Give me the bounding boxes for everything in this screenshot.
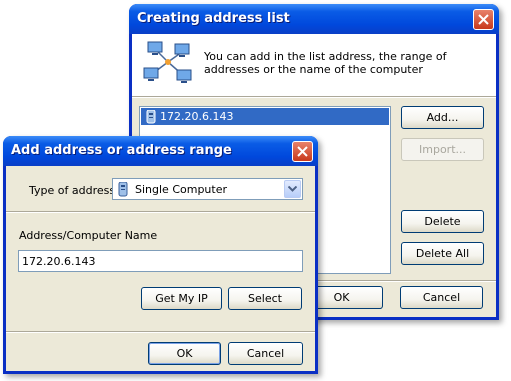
get-my-ip-button[interactable]: Get My IP bbox=[141, 287, 222, 310]
address-input[interactable]: 172.20.6.143 bbox=[18, 250, 303, 272]
list-item-label: 172.20.6.143 bbox=[160, 110, 234, 123]
type-of-address-label: Type of address bbox=[29, 184, 116, 197]
computer-icon bbox=[118, 182, 128, 197]
address-label: Address/Computer Name bbox=[19, 229, 158, 242]
dropdown-button[interactable] bbox=[284, 180, 301, 198]
title-bar[interactable]: Creating address list bbox=[129, 4, 499, 34]
close-icon bbox=[478, 14, 489, 25]
delete-button[interactable]: Delete bbox=[401, 210, 484, 233]
ok-button[interactable]: OK bbox=[148, 342, 221, 365]
dropdown-arrow-icon bbox=[288, 186, 297, 192]
header-description: You can add in the list address, the ran… bbox=[204, 50, 447, 76]
cancel-button[interactable]: Cancel bbox=[400, 286, 483, 309]
type-of-address-value: Single Computer bbox=[135, 183, 227, 196]
delete-all-button[interactable]: Delete All bbox=[401, 242, 484, 265]
computer-icon bbox=[146, 110, 156, 124]
header-band: You can add in the list address, the ran… bbox=[132, 34, 496, 96]
network-computers-icon bbox=[143, 41, 192, 83]
import-button[interactable]: Import... bbox=[401, 138, 484, 161]
close-icon bbox=[297, 146, 308, 157]
dialog-client-area: Type of address Single Computer Address/… bbox=[6, 166, 315, 371]
add-address-dialog: Add address or address range Type of add… bbox=[3, 136, 318, 374]
dialog-title: Add address or address range bbox=[11, 143, 232, 158]
close-button[interactable] bbox=[473, 9, 494, 30]
footer-separator bbox=[6, 331, 315, 333]
section-separator bbox=[6, 211, 315, 213]
select-button[interactable]: Select bbox=[228, 287, 302, 310]
close-button[interactable] bbox=[292, 141, 313, 162]
title-bar[interactable]: Add address or address range bbox=[3, 136, 318, 166]
address-input-value: 172.20.6.143 bbox=[22, 255, 96, 268]
add-button[interactable]: Add... bbox=[401, 106, 484, 129]
list-item[interactable]: 172.20.6.143 bbox=[141, 108, 389, 125]
cancel-button[interactable]: Cancel bbox=[228, 342, 303, 365]
dialog-title: Creating address list bbox=[137, 11, 290, 26]
type-of-address-select[interactable]: Single Computer bbox=[112, 178, 303, 200]
header-separator bbox=[132, 96, 496, 98]
